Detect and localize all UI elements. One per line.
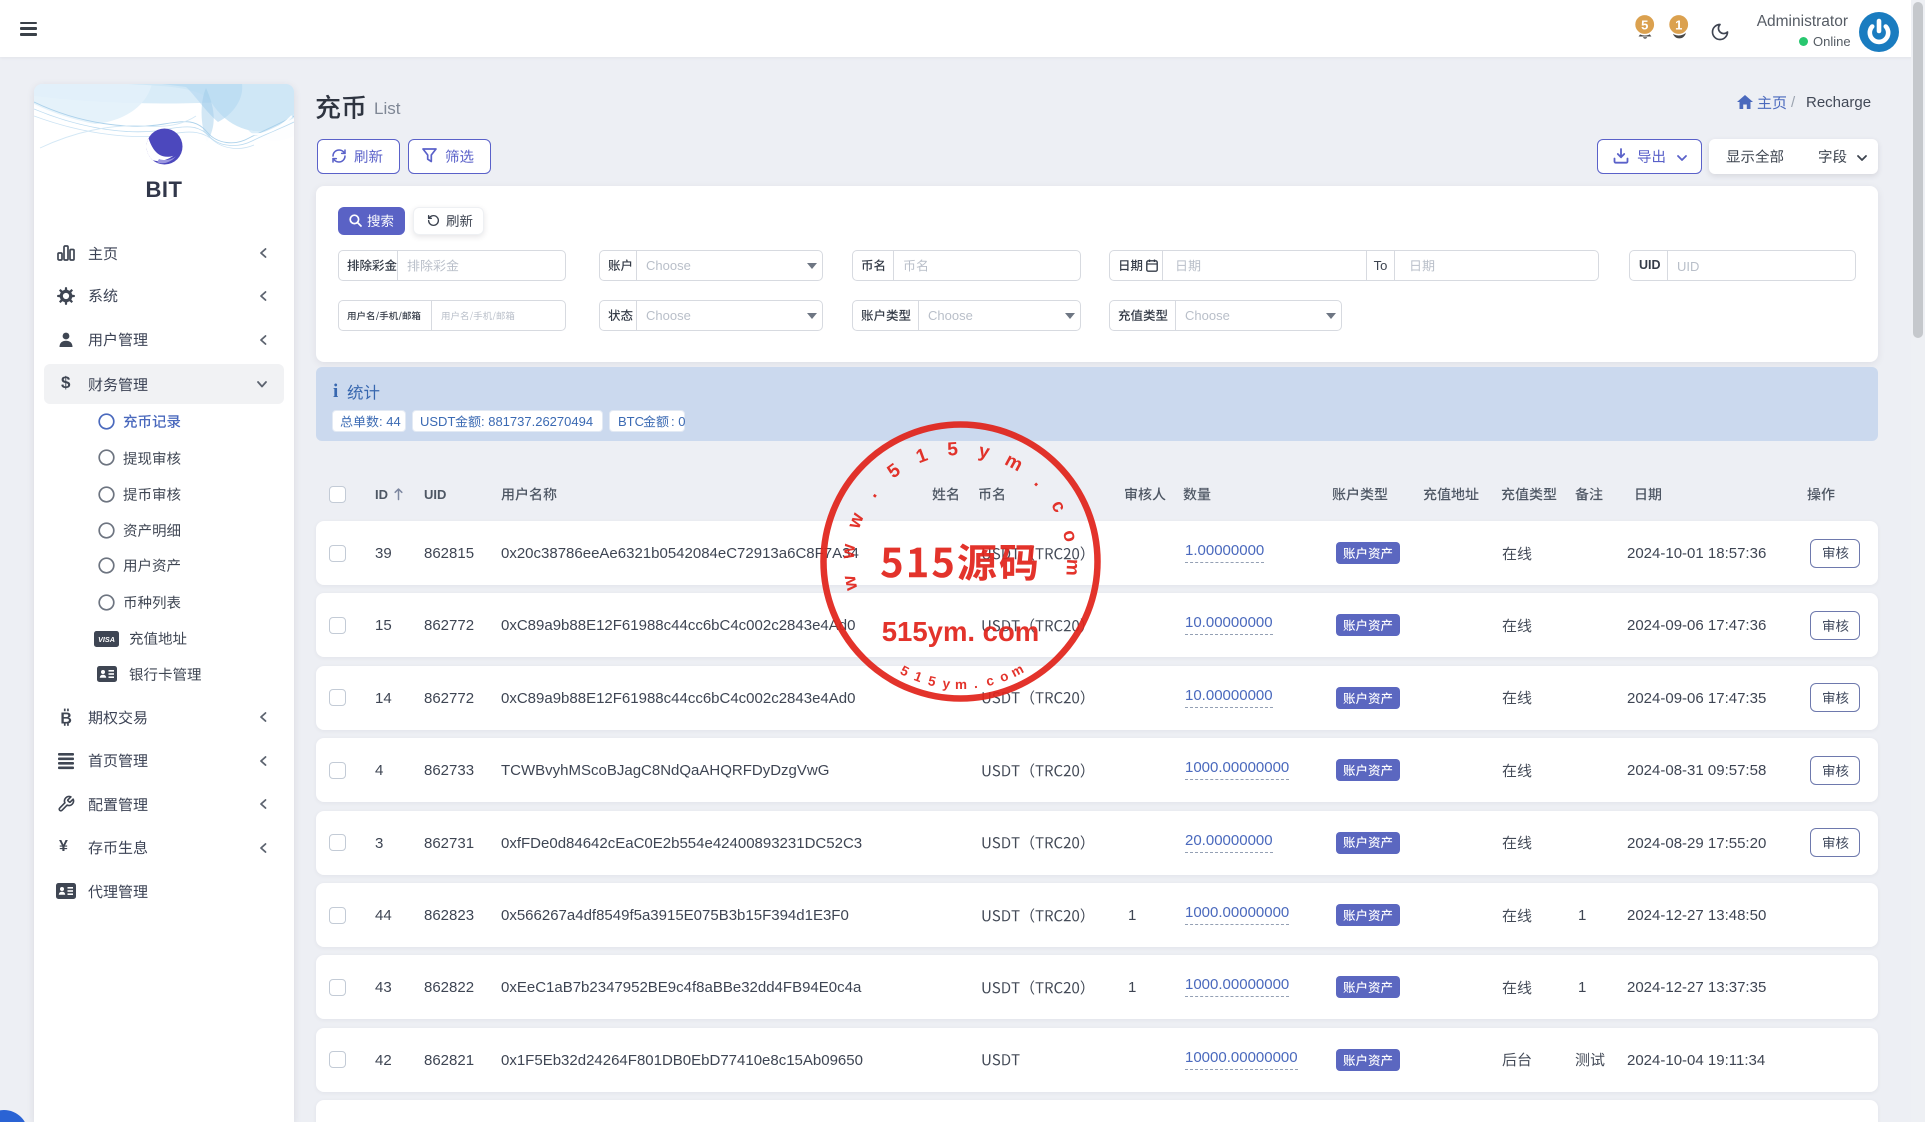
svg-text:515ym. com: 515ym. com <box>882 616 1039 647</box>
svg-text:m: m <box>1001 450 1026 477</box>
svg-text:.: . <box>973 676 979 691</box>
svg-text:B: B <box>60 710 72 727</box>
svg-text:.: . <box>862 485 882 502</box>
svg-text:m: m <box>1009 661 1027 680</box>
svg-text:o: o <box>997 668 1010 685</box>
svg-text:m: m <box>1061 558 1083 576</box>
svg-text:c: c <box>1046 497 1070 517</box>
svg-text:5: 5 <box>1641 18 1648 33</box>
svg-text:c: c <box>985 673 996 689</box>
svg-text:1: 1 <box>1675 18 1682 33</box>
svg-text:5: 5 <box>947 439 959 461</box>
svg-text:m: m <box>955 677 967 692</box>
svg-text:5: 5 <box>884 459 905 482</box>
svg-text:1: 1 <box>912 669 925 686</box>
svg-text:VISA: VISA <box>98 635 115 644</box>
svg-text:w: w <box>843 510 868 533</box>
svg-text:5: 5 <box>927 673 938 689</box>
svg-text:y: y <box>942 676 952 692</box>
svg-text:1: 1 <box>913 445 931 469</box>
svg-text:o: o <box>1058 528 1081 544</box>
svg-text:w: w <box>838 543 860 561</box>
svg-text:5: 5 <box>898 663 912 680</box>
svg-text:.: . <box>1030 472 1048 491</box>
svg-text:y: y <box>977 441 992 464</box>
svg-text:w: w <box>839 573 863 593</box>
